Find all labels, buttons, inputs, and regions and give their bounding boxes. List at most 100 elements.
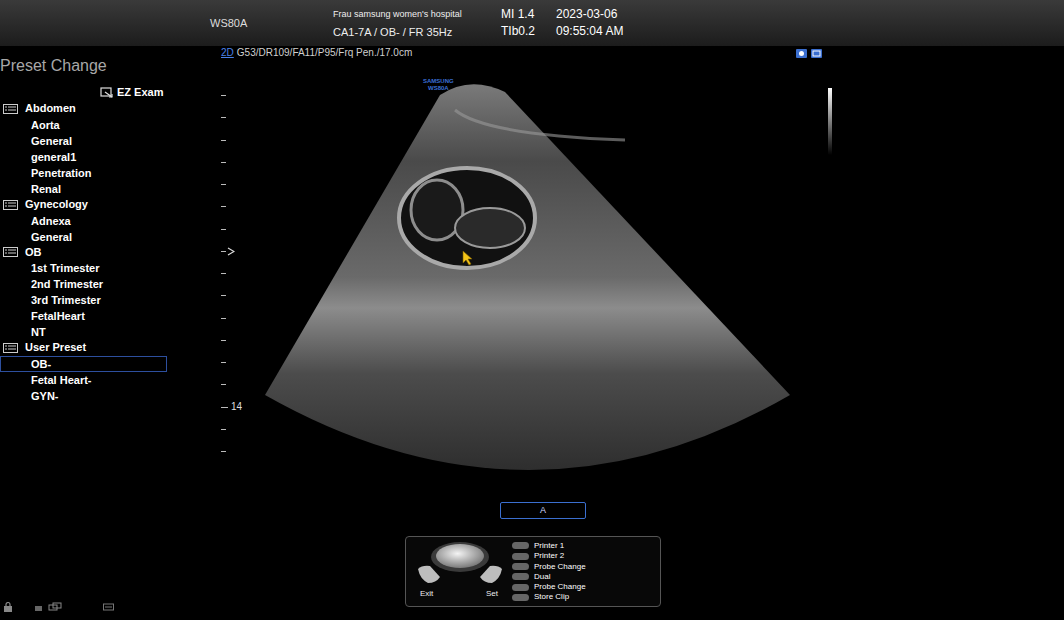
depth-tick xyxy=(221,206,226,207)
list-icon xyxy=(3,200,18,210)
network-icon xyxy=(35,602,65,612)
preset-item[interactable]: Adnexa xyxy=(0,213,167,229)
preset-item[interactable]: General xyxy=(0,133,167,149)
mode-label[interactable]: 2D xyxy=(221,47,234,59)
ultrasound-sector xyxy=(205,60,1064,495)
ez-exam-label: EZ Exam xyxy=(117,85,163,99)
body-marker[interactable]: A xyxy=(500,502,586,519)
gray-scale-bar xyxy=(828,88,832,155)
preset-item[interactable]: NT xyxy=(0,324,167,340)
key-cap xyxy=(512,573,529,580)
hospital-info: Frau samsung women's hospitalCA1-7A / OB… xyxy=(333,8,501,39)
exam-icon xyxy=(100,87,114,98)
preset-list: AbdomenAortaGeneralgeneral1PenetrationRe… xyxy=(0,101,205,404)
preset-item[interactable]: General xyxy=(0,229,167,245)
key-cap xyxy=(512,553,529,560)
key-row[interactable]: Probe Change xyxy=(512,582,586,592)
set-button[interactable]: Set xyxy=(486,589,498,598)
image-area: 2DG53/DR109/FA11/P95/Frq Pen./17.0cm 14 SA… xyxy=(205,46,1064,620)
depth-tick xyxy=(221,407,228,408)
depth-label: 14 xyxy=(231,401,242,413)
mi-value: MI 1.4 xyxy=(501,7,556,22)
preset-item[interactable]: GYN- xyxy=(0,388,167,404)
key-label: Dual xyxy=(534,572,550,581)
preset-group-label: Gynecology xyxy=(25,197,88,213)
trackball-labels: Exit Set xyxy=(414,585,506,598)
depth-tick xyxy=(221,295,226,296)
key-label: Store Clip xyxy=(534,592,569,601)
preset-group[interactable]: Gynecology xyxy=(0,197,205,213)
tib-value: TIb0.2 xyxy=(501,24,556,39)
trackball-panel: Exit Set Printer 1Printer 2 Probe ChangeDua… xyxy=(405,536,661,607)
main-area: Preset ChangeEZ ExamAbdomenAortaGeneralg… xyxy=(0,46,1064,620)
preset-item[interactable]: 1st Trimester xyxy=(0,260,167,276)
depth-tick xyxy=(221,318,226,319)
date: 2023-03-06 xyxy=(556,7,623,22)
list-icon xyxy=(3,343,18,353)
ultrasound-image: 14 SAMSUNGWS80A xyxy=(205,60,1064,495)
preset-group[interactable]: User Preset xyxy=(0,340,205,356)
status-icons xyxy=(0,602,205,620)
logo-brand: SAMSUNG xyxy=(423,78,454,85)
monitor-icon xyxy=(811,49,822,58)
key-cap xyxy=(512,542,529,549)
key-row[interactable]: Probe Change xyxy=(512,562,586,572)
depth-tick xyxy=(221,229,226,230)
preset-item[interactable]: Aorta xyxy=(0,117,167,133)
preset-item[interactable]: 2nd Trimester xyxy=(0,276,167,292)
hospital-name: Frau samsung women's hospital xyxy=(333,8,501,20)
list-icon xyxy=(3,247,18,257)
depth-tick xyxy=(221,429,226,430)
ez-exam-button[interactable]: EZ Exam xyxy=(0,85,205,99)
depth-tick xyxy=(221,251,226,252)
depth-tick xyxy=(221,384,226,385)
preset-item[interactable]: Penetration xyxy=(0,165,167,181)
lock-icon xyxy=(3,602,13,612)
key-label: Probe Change xyxy=(534,582,586,591)
preset-group-label: User Preset xyxy=(25,340,86,356)
depth-tick xyxy=(221,184,226,185)
key-cap xyxy=(512,563,529,570)
preset-group-label: Abdomen xyxy=(25,101,76,117)
image-params: G53/DR109/FA11/P95/Frq Pen./17.0cm xyxy=(237,47,412,59)
camera-icon xyxy=(796,49,807,58)
preset-group[interactable]: Abdomen xyxy=(0,101,205,117)
preset-title: Preset Change xyxy=(0,57,205,75)
preset-item[interactable]: 3rd Trimester xyxy=(0,292,167,308)
storage-icon xyxy=(103,603,114,611)
focus-marker-icon xyxy=(227,247,235,256)
preset-group-label: OB xyxy=(25,245,42,261)
model-label: WS80A xyxy=(0,15,333,32)
pointer-icon[interactable] xyxy=(462,250,474,266)
preset-item[interactable]: Renal xyxy=(0,181,167,197)
preset-item[interactable]: general1 xyxy=(0,149,167,165)
depth-tick xyxy=(221,95,226,96)
key-cap xyxy=(512,594,529,601)
depth-tick xyxy=(221,117,226,118)
machine-logo: SAMSUNGWS80A xyxy=(423,78,454,92)
depth-tick xyxy=(221,340,226,341)
trackball-icon xyxy=(414,541,506,585)
key-label: Printer 2 xyxy=(534,551,564,560)
key-row[interactable]: Store Clip xyxy=(512,592,586,602)
exit-button[interactable]: Exit xyxy=(420,589,433,598)
date-time: 2023-03-06 09:55:04 AM xyxy=(556,7,623,39)
preset-group[interactable]: OB xyxy=(0,245,205,261)
key-label: Printer 1 xyxy=(534,541,564,550)
key-list: Printer 1Printer 2 Probe ChangeDualProbe … xyxy=(506,541,586,603)
top-bar: WS80AFrau samsung women's hospitalCA1-7A… xyxy=(0,0,1064,46)
logo-model: WS80A xyxy=(423,85,454,92)
image-header: 2DG53/DR109/FA11/P95/Frq Pen./17.0cm xyxy=(205,46,1064,60)
key-row[interactable]: Printer 1 xyxy=(512,541,586,551)
time: 09:55:04 AM xyxy=(556,24,623,39)
preset-item[interactable]: Fetal Heart- xyxy=(0,372,167,388)
depth-tick xyxy=(221,451,226,452)
header-icons xyxy=(796,49,822,58)
preset-panel: Preset ChangeEZ ExamAbdomenAortaGeneralg… xyxy=(0,46,205,620)
trackball[interactable]: Exit Set xyxy=(414,541,506,601)
key-row[interactable]: Dual xyxy=(512,572,586,582)
preset-item[interactable]: OB- xyxy=(0,356,167,372)
depth-tick xyxy=(221,362,226,363)
preset-item[interactable]: FetalHeart xyxy=(0,308,167,324)
key-row[interactable]: Printer 2 xyxy=(512,551,586,561)
